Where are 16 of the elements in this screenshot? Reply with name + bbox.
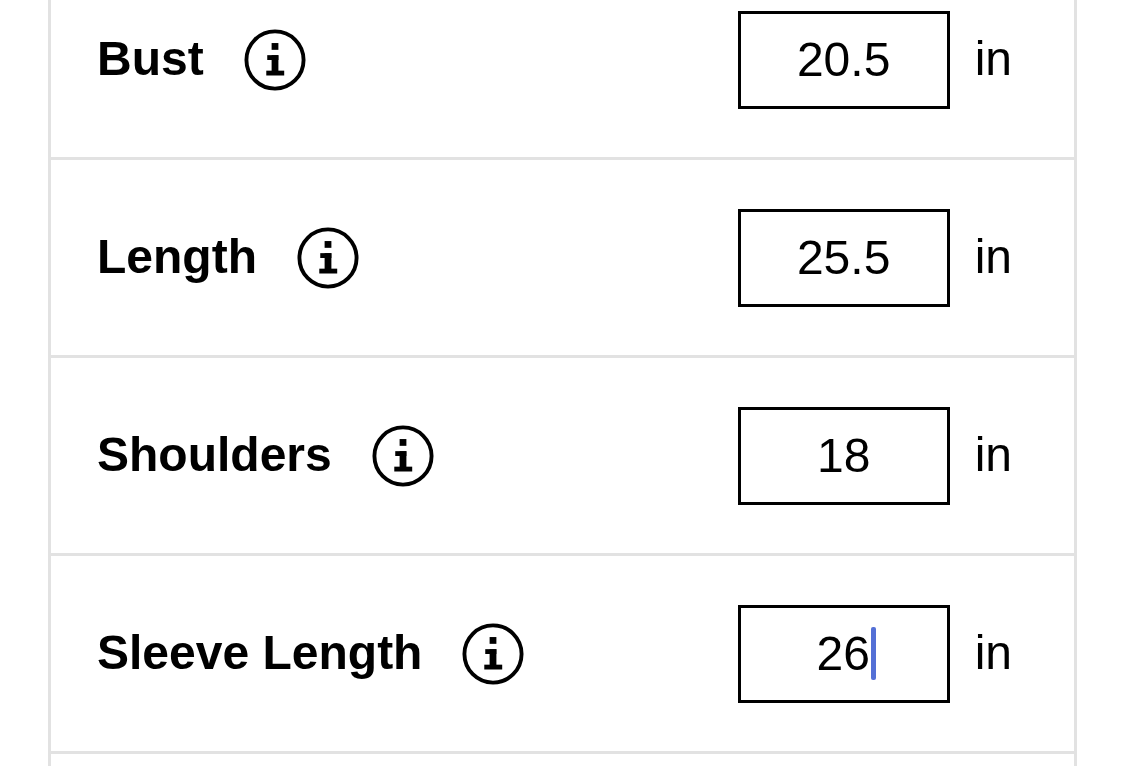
- unit-label: in: [974, 33, 1012, 86]
- measurement-label: Length: [97, 231, 257, 284]
- input-field[interactable]: 20.5: [737, 10, 950, 109]
- measurement-label: Sleeve Length: [97, 627, 423, 680]
- info-icon[interactable]: [462, 622, 525, 685]
- unit-label: in: [974, 429, 1012, 482]
- unit-label: in: [974, 231, 1012, 284]
- input-field[interactable]: 26: [737, 604, 950, 703]
- info-icon[interactable]: [371, 424, 434, 487]
- input-field[interactable]: 18: [737, 406, 950, 505]
- info-icon[interactable]: [243, 28, 306, 91]
- measurement-label: Shoulders: [97, 429, 332, 482]
- info-icon[interactable]: [296, 226, 359, 289]
- input-field[interactable]: 25.5: [737, 208, 950, 307]
- measurement-label: Bust: [97, 33, 204, 86]
- unit-label: in: [974, 627, 1012, 680]
